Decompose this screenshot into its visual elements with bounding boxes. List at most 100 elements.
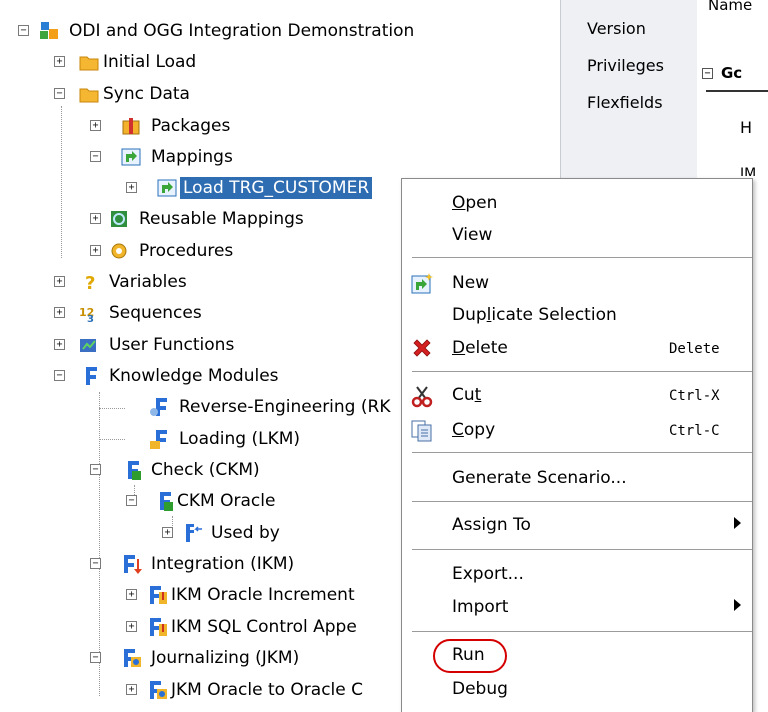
collapse-icon[interactable]: − <box>702 67 713 79</box>
expand-icon[interactable]: + <box>90 120 101 131</box>
sequence-icon: 12 3 <box>78 302 100 324</box>
expand-icon[interactable]: + <box>162 527 173 538</box>
collapse-icon[interactable]: − <box>90 151 101 162</box>
menu-item-export[interactable]: Export... <box>402 560 752 590</box>
shortcut-label: Delete <box>669 341 720 357</box>
tree-item-label: Procedures <box>139 241 234 261</box>
collapse-icon[interactable]: − <box>54 370 65 381</box>
tree-item-ikm[interactable]: − Integration (IKM) <box>90 549 297 579</box>
menu-separator <box>412 371 752 372</box>
tree-item-label: Sequences <box>109 303 202 323</box>
expand-icon[interactable]: + <box>126 182 137 193</box>
tree-item-jkm[interactable]: − Journalizing (JKM) <box>90 643 302 673</box>
tree-guide <box>99 439 125 440</box>
menu-item-delete[interactable]: Delete Delete <box>402 334 752 364</box>
collapse-icon[interactable]: − <box>18 25 29 36</box>
tree-item-label: Mappings <box>151 147 233 167</box>
menu-item-cut[interactable]: Cut Ctrl-X <box>402 381 752 411</box>
tree-item-root[interactable]: − ODI and OGG Integration Demonstration <box>18 16 417 46</box>
expand-icon[interactable]: + <box>126 621 137 632</box>
rkm-icon <box>148 396 170 418</box>
tree-item-lkm[interactable]: Loading (LKM) <box>126 424 303 454</box>
tree-item-reusable-mappings[interactable]: + Reusable Mappings <box>90 204 307 234</box>
menu-item-label: New <box>452 273 490 293</box>
menu-item-duplicate-selection[interactable]: Duplicate Selection <box>402 301 752 331</box>
menu-separator <box>412 631 752 632</box>
tree-item-label: Journalizing (JKM) <box>151 648 300 668</box>
tree-item-variables[interactable]: + ? Variables <box>54 267 190 297</box>
menu-item-view[interactable]: View <box>402 221 752 251</box>
scissors-icon <box>410 384 434 408</box>
tree-item-jkm-oracle-to-oracle[interactable]: + JKM Oracle to Oracle C <box>126 675 366 705</box>
tree-item-label: Initial Load <box>103 52 197 72</box>
expand-icon[interactable]: + <box>90 245 101 256</box>
tree-item-ckm-oracle[interactable]: − CKM Oracle <box>126 486 278 516</box>
tree-item-label: Reverse-Engineering (RK <box>179 397 391 417</box>
menu-item-label: Duplicate Selection <box>452 305 617 325</box>
menu-item-copy[interactable]: Copy Ctrl-C <box>402 416 752 446</box>
tree-item-sync-data[interactable]: − Sync Data <box>54 79 193 109</box>
ckm-icon <box>152 490 174 512</box>
tree-item-initial-load[interactable]: + Initial Load <box>54 47 199 77</box>
tree-item-ikm-oracle-incremental[interactable]: + IKM Oracle Increment <box>126 580 358 610</box>
tree-item-packages[interactable]: + Packages <box>90 111 233 141</box>
tree-item-label: Reusable Mappings <box>139 209 304 229</box>
tree-item-ikm-sql-control-append[interactable]: + IKM SQL Control Appe <box>126 612 360 642</box>
menu-item-generate-scenario[interactable]: Generate Scenario... <box>402 464 752 494</box>
used-by-icon <box>182 522 204 544</box>
tree-item-label: Loading (LKM) <box>179 429 301 449</box>
mapping-icon <box>156 177 178 199</box>
collapse-icon[interactable]: − <box>126 495 137 506</box>
expand-icon[interactable]: + <box>54 276 65 287</box>
jkm-icon <box>146 679 168 701</box>
menu-separator <box>412 257 752 258</box>
tree-item-mappings[interactable]: − Mappings <box>90 142 236 172</box>
context-menu: Open View New Duplicate Selection Delete… <box>401 178 753 712</box>
tree-item-label: Variables <box>109 272 187 292</box>
tree-item-label: User Functions <box>109 335 235 355</box>
menu-item-label: Export... <box>452 564 524 584</box>
tree-item-user-functions[interactable]: + User Functions <box>54 330 237 360</box>
expand-icon[interactable]: + <box>126 589 137 600</box>
delete-icon <box>410 337 434 361</box>
nav-item-flexfields[interactable]: Flexfields <box>587 93 663 112</box>
collapse-icon[interactable]: − <box>54 88 65 99</box>
menu-item-label: Cut <box>452 385 482 405</box>
menu-item-assign-to[interactable]: Assign To <box>402 511 752 541</box>
tree-item-label: IKM SQL Control Appe <box>171 617 357 637</box>
tree-item-procedures[interactable]: + Procedures <box>90 236 236 266</box>
tree-item-label: ODI and OGG Integration Demonstration <box>69 21 415 41</box>
tree-item-sequences[interactable]: + 12 3 Sequences <box>54 298 205 328</box>
tree-item-label: CKM Oracle <box>177 491 276 511</box>
expand-icon[interactable]: + <box>126 684 137 695</box>
expand-icon[interactable]: + <box>54 307 65 318</box>
tree-item-used-by[interactable]: + Used by <box>162 518 283 548</box>
nav-item-version[interactable]: Version <box>587 19 646 38</box>
tree-item-ckm[interactable]: − Check (CKM) <box>90 455 263 485</box>
general-section-header[interactable]: − Gc <box>702 64 742 82</box>
tree-item-label: IKM Oracle Increment <box>171 585 355 605</box>
expand-icon[interactable]: + <box>90 213 101 224</box>
menu-item-open[interactable]: Open <box>402 189 752 219</box>
tree-item-label: Knowledge Modules <box>109 366 279 386</box>
tree-item-label: JKM Oracle to Oracle C <box>171 680 364 700</box>
run-highlight-circle <box>433 639 507 673</box>
new-mapping-icon <box>410 272 434 296</box>
tree-item-label: Check (CKM) <box>151 460 260 480</box>
submenu-arrow-icon <box>734 599 741 611</box>
menu-item-import[interactable]: Import <box>402 593 752 623</box>
collapse-icon[interactable]: − <box>90 464 101 475</box>
expand-icon[interactable]: + <box>54 56 65 67</box>
collapse-icon[interactable]: − <box>90 558 101 569</box>
tree-item-load-trg-customer[interactable]: + Load TRG_CUSTOMER <box>126 173 373 203</box>
field-label-partial: IM <box>740 166 757 176</box>
collapse-icon[interactable]: − <box>90 652 101 663</box>
nav-item-privileges[interactable]: Privileges <box>587 56 664 75</box>
tree-item-rkm[interactable]: Reverse-Engineering (RK <box>126 392 393 422</box>
tree-item-knowledge-modules[interactable]: − Knowledge Modules <box>54 361 282 391</box>
menu-item-debug[interactable]: Debug <box>402 675 752 705</box>
menu-item-label: Import <box>452 597 509 617</box>
copy-icon <box>410 419 434 443</box>
expand-icon[interactable]: + <box>54 339 65 350</box>
menu-item-new[interactable]: New <box>402 269 752 299</box>
